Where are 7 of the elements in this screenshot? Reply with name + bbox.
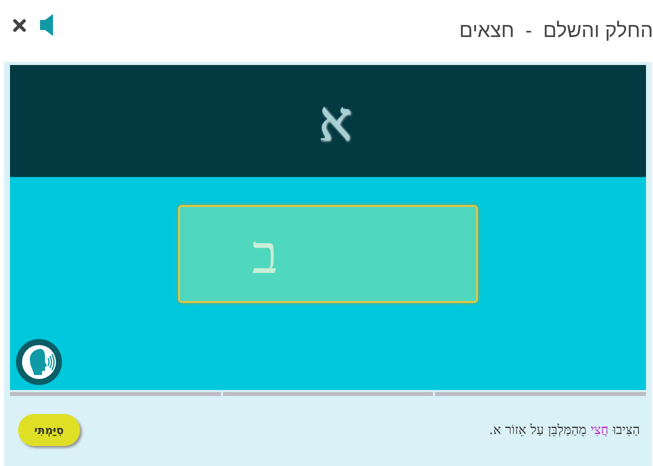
instruction-text: הַצִּיבוּ חֲצִי מֵהַמַּלְבֵּן עַל אֵזוֹר א.	[489, 422, 640, 438]
close-icon[interactable]	[12, 18, 27, 32]
letter-label: א	[318, 88, 352, 154]
speaker-icon[interactable]	[40, 14, 54, 36]
window-title: החלק והשלם - חצאים	[459, 19, 653, 43]
done-button[interactable]: סִיַּמְתִּי	[18, 414, 80, 446]
speaking-head-icon[interactable]	[16, 339, 62, 385]
